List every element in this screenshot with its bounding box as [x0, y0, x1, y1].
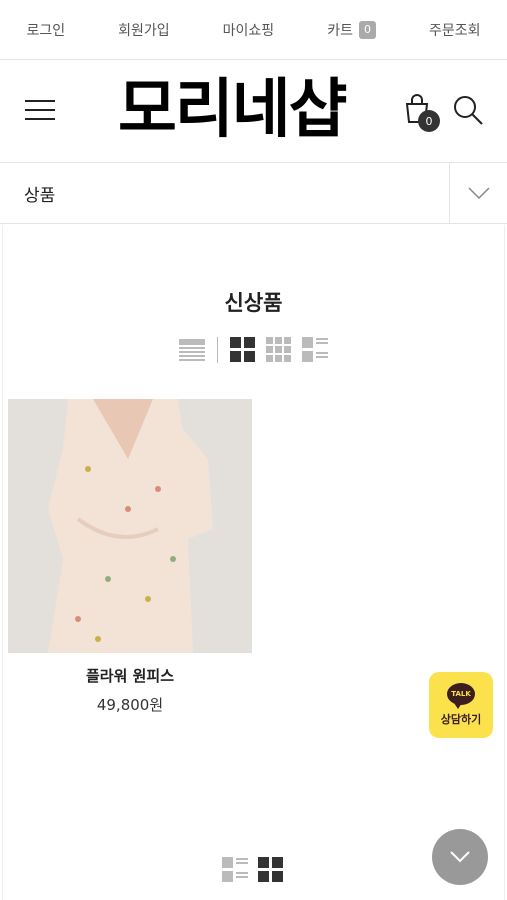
view-divider	[217, 337, 218, 363]
category-bar: 상품	[0, 163, 507, 224]
chevron-down-icon	[467, 187, 490, 199]
product-name[interactable]: 플라워 원피스	[8, 665, 252, 686]
section-title: 신상품	[224, 291, 283, 315]
site-header: 모리네샵 0	[0, 60, 507, 163]
myshopping-link[interactable]: 마이쇼핑	[223, 20, 275, 40]
top-utility-bar: 로그인 회원가입 마이쇼핑 카트 0 주문조회	[0, 0, 507, 60]
kakao-chat-button[interactable]: TALK 상담하기	[429, 672, 493, 738]
grid-2-view-icon[interactable]	[258, 857, 284, 883]
talk-bubble-icon: TALK	[447, 683, 475, 709]
shopping-bag-button[interactable]: 0	[404, 94, 440, 132]
product-price: 49,800원	[96, 696, 164, 714]
detail-list-view-icon[interactable]	[302, 337, 328, 363]
cart-count-badge: 0	[358, 20, 376, 39]
login-link[interactable]: 로그인	[27, 20, 66, 40]
grid-3-view-icon[interactable]	[266, 337, 292, 363]
detail-list-view-icon[interactable]	[222, 857, 248, 883]
scroll-down-button[interactable]	[432, 829, 488, 885]
search-button[interactable]	[452, 94, 484, 128]
dress-illustration	[8, 399, 252, 653]
order-lookup-link[interactable]: 주문조회	[429, 20, 481, 40]
bottom-view-switcher	[222, 857, 284, 883]
search-icon	[454, 96, 483, 125]
list-view-icon[interactable]	[179, 337, 205, 363]
grid-2-view-icon[interactable]	[230, 337, 256, 363]
cart-label: 카트	[327, 22, 353, 39]
site-logo[interactable]: 모리네샵	[118, 74, 348, 146]
bag-count-badge: 0	[418, 110, 440, 132]
category-toggle-button[interactable]	[449, 163, 507, 223]
product-card[interactable]: 플라워 원피스 49,800원	[8, 399, 252, 715]
cart-link[interactable]: 카트 0	[327, 20, 376, 40]
category-label: 상품	[24, 185, 56, 206]
signup-link[interactable]: 회원가입	[118, 20, 170, 40]
chevron-down-icon	[450, 851, 470, 863]
chat-label: 상담하기	[440, 713, 482, 726]
menu-icon[interactable]	[25, 100, 55, 120]
product-image[interactable]	[8, 399, 252, 653]
product-section: 신상품 플라워 원피스 49,800원	[2, 225, 505, 900]
view-mode-switcher	[179, 337, 328, 363]
